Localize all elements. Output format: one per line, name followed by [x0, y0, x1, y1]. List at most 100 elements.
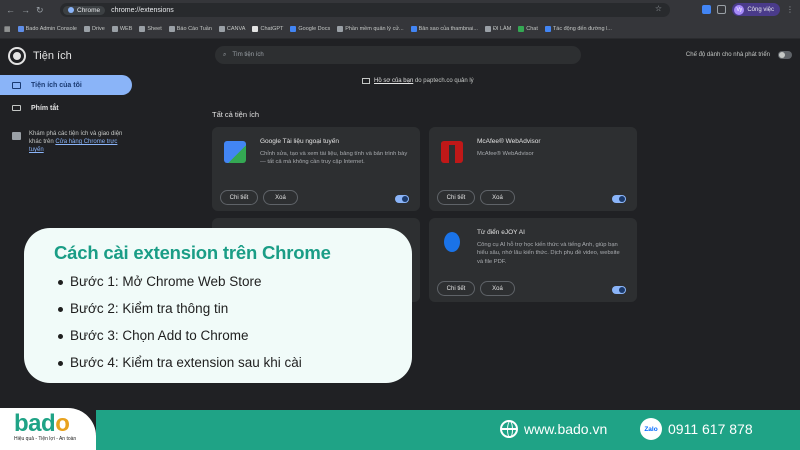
reload-icon[interactable]: ↻ [36, 5, 44, 16]
bookmark-item[interactable]: Chat [518, 26, 538, 32]
remove-button[interactable]: Xoá [480, 190, 515, 205]
globe-icon [500, 420, 518, 438]
logo-letter: a [28, 410, 42, 437]
extension-toggle[interactable] [395, 195, 409, 203]
details-button[interactable]: Chi tiết [437, 281, 475, 296]
bookmark-item[interactable]: Phần mềm quản lý cử... [337, 26, 404, 32]
toolbar-right: Vy Công việc ⋮ [702, 3, 794, 16]
extension-toggle[interactable] [612, 286, 626, 294]
bookmark-label: Chat [526, 26, 538, 32]
search-input[interactable]: ⌕ Tìm tiện ích [215, 46, 581, 64]
menu-icon[interactable]: ⋮ [786, 5, 794, 14]
bookmark-favicon-icon [410, 26, 417, 32]
guide-steps: Bước 1: Mở Chrome Web Store Bước 2: Kiểm… [58, 272, 302, 380]
dev-mode-toggle[interactable] [778, 51, 792, 59]
bookmark-item[interactable]: Drive [84, 26, 105, 32]
remove-button[interactable]: Xoá [263, 190, 298, 205]
profile-button[interactable]: Vy Công việc [732, 3, 780, 16]
logo-letter: d [41, 410, 56, 437]
google-docs-offline-icon [224, 141, 246, 163]
back-icon[interactable]: ← [6, 5, 15, 16]
bookmark-item[interactable]: WEB [111, 26, 133, 32]
section-title: Tất cả tiện ích [212, 110, 260, 119]
nav-buttons: ← → ↻ [0, 5, 56, 16]
bookmark-item[interactable]: CANVA [218, 26, 246, 32]
extension-name: Google Tài liệu ngoại tuyến [260, 138, 340, 145]
search-icon: ⌕ [223, 51, 227, 58]
extension-toggle[interactable] [612, 195, 626, 203]
forward-icon[interactable]: → [21, 5, 30, 16]
bookmark-star-icon[interactable]: ☆ [655, 4, 662, 13]
bookmark-item[interactable]: Tác động đến đường l... [544, 26, 612, 32]
bookmark-favicon-icon [17, 26, 24, 32]
bookmark-label: WEB [119, 26, 133, 32]
discover-webstore: Khám phá các tiện ích và giao diện khác … [12, 130, 132, 154]
bookmark-item[interactable]: Báo Cáo Tuần [168, 26, 212, 32]
address-bar[interactable]: Chrome chrome://extensions ☆ [60, 3, 670, 17]
bookmark-label: CANVA [226, 26, 246, 32]
sidebar-item-label: Phím tắt [31, 104, 59, 112]
extension-name: Từ điển eJOY AI [477, 229, 525, 236]
bookmark-label: Phần mềm quản lý cử... [345, 26, 404, 32]
bookmark-favicon-icon [139, 26, 146, 32]
chrome-icon [68, 7, 74, 13]
sidebar-item-my-extensions[interactable]: Tiện ích của tôi [0, 75, 132, 95]
extensions-header: Tiện ích ⌕ Tìm tiện ích Chế độ dành cho … [0, 39, 800, 71]
guide-step: Bước 1: Mở Chrome Web Store [58, 272, 302, 299]
page-title: Tiện ích [33, 50, 72, 62]
phone-number: 0911 617 878 [668, 421, 753, 437]
url-text[interactable]: chrome://extensions [111, 7, 174, 14]
bookmarks-bar: ▦ Bado Admin Console Drive WEB Sheet Báo Cáo… [0, 20, 800, 39]
guide-panel: Cách cài extension trên Chrome Bước 1: M… [24, 228, 412, 383]
bookmark-favicon-icon [484, 26, 491, 32]
logo-letter: b [14, 410, 29, 437]
extension-description: Công cụ AI hỗ trợ học kiến thức và tiếng… [477, 242, 620, 265]
bookmark-label: Báo Cáo Tuần [176, 26, 212, 32]
details-button[interactable]: Chi tiết [220, 190, 258, 205]
chrome-logo-icon [10, 49, 24, 63]
managed-notice: Hồ sơ của bạn do paptech.co quản lý [362, 78, 474, 84]
phone-contact: Zalo 0911 617 878 [640, 418, 753, 440]
bookmark-item[interactable]: ChatGPT [252, 26, 283, 32]
bookmark-favicon-icon [290, 26, 297, 32]
profile-link[interactable]: Hồ sơ của bạn [374, 78, 413, 84]
bookmark-item[interactable]: Google Docs [290, 26, 330, 32]
mcafee-icon [441, 141, 463, 163]
profile-label: Công việc [747, 6, 774, 13]
bookmark-item[interactable]: Sheet [139, 26, 162, 32]
details-button[interactable]: Chi tiết [437, 190, 475, 205]
bookmark-label: ChatGPT [260, 26, 284, 32]
bookmark-label: Sheet [147, 26, 162, 32]
website-text: www.bado.vn [524, 421, 608, 437]
remove-button[interactable]: Xoá [480, 281, 515, 296]
sidebar-item-shortcuts[interactable]: Phím tắt [0, 98, 132, 118]
extension-card: McAfee® WebAdvisor McAfee® WebAdvisor Ch… [429, 127, 637, 211]
keyboard-icon [12, 105, 21, 111]
bookmark-label: Bado Admin Console [25, 26, 77, 32]
guide-step: Bước 2: Kiểm tra thông tin [58, 299, 302, 326]
bookmark-favicon-icon [111, 26, 118, 32]
dev-mode-label: Chế độ dành cho nhà phát triển [685, 52, 770, 58]
building-icon [362, 78, 370, 84]
extension-description: McAfee® WebAdvisor [477, 151, 534, 157]
bookmark-item[interactable]: Bado Admin Console [17, 26, 77, 32]
browser-toolbar: ← → ↻ Chrome chrome://extensions ☆ Vy Cô… [0, 0, 800, 20]
bookmark-label: Tác động đến đường l... [552, 26, 612, 32]
site-chip[interactable]: Chrome [63, 5, 106, 15]
guide-step: Bước 3: Chọn Add to Chrome [58, 326, 302, 353]
bookmark-item[interactable]: Bản sao của thambnai... [410, 26, 478, 32]
apps-grid-icon[interactable]: ▦ [4, 25, 11, 33]
extension-description: Chỉnh sửa, tạo và xem tài liệu, bảng tín… [260, 151, 408, 166]
extension-name: McAfee® WebAdvisor [477, 138, 541, 145]
site-chip-label: Chrome [77, 6, 101, 14]
extension-pinned-icon[interactable] [702, 5, 712, 14]
bookmark-favicon-icon [518, 26, 525, 32]
avatar: Vy [734, 4, 745, 15]
guide-title: Cách cài extension trên Chrome [54, 242, 331, 263]
sidebar-item-label: Tiện ích của tôi [31, 81, 82, 89]
webstore-icon [12, 132, 21, 140]
extensions-puzzle-icon[interactable] [717, 5, 727, 14]
bookmark-label: Drive [92, 26, 105, 32]
tagline: Hiệu quả - Tiện lợi - An toàn [14, 436, 77, 442]
bookmark-item[interactable]: ĐI LÀM [484, 26, 511, 32]
